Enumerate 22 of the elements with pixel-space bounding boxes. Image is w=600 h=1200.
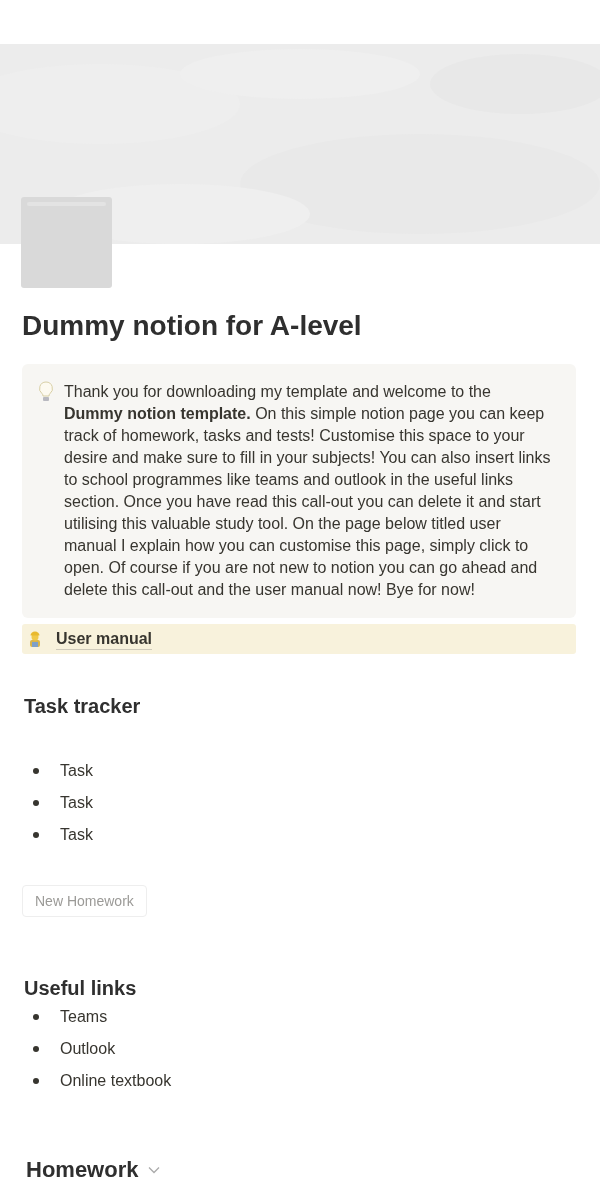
database-title: Homework <box>26 1157 139 1183</box>
callout-text: Thank you for downloading my template and welcome to the Dummy notion template. On this simple notion page you can keep track of homework, tasks and tests! Customise this space to your desire and make sure to fill in your subjects! You can also insert links to school programmes like teams and outlook in the useful links section. Once you have read this call-out you can delete it and start utilising this valuable study tool. On the page below titled user manual I explain how you can customise this page, simply click to open. Of course if you are not new to notion you can go ahead and delete this call-out and the user manual now! Bye for now! <box>64 382 552 600</box>
bullet-icon <box>33 800 39 806</box>
user-manual-link[interactable]: User manual <box>56 628 153 650</box>
worker-icon <box>28 631 42 647</box>
bullet-icon <box>33 1078 39 1084</box>
list-item: Online textbook <box>60 1072 172 1090</box>
chevron-down-icon[interactable] <box>148 1166 161 1174</box>
bullet-icon <box>33 1046 39 1052</box>
page-icon <box>21 197 112 288</box>
bullet-icon <box>33 768 39 774</box>
section-heading: Task tracker <box>23 694 142 719</box>
bullet-icon <box>33 832 39 838</box>
section-heading: Useful links <box>23 976 138 1001</box>
page-title: Dummy notion for A-level <box>22 309 363 343</box>
list-item: Task <box>60 826 93 844</box>
bullet-icon <box>33 1014 39 1020</box>
lightbulb-icon <box>38 381 54 403</box>
list-item: Task <box>60 794 93 812</box>
list-item: Teams <box>60 1008 108 1026</box>
list-item: Task <box>60 762 93 780</box>
list-item: Outlook <box>60 1040 116 1058</box>
